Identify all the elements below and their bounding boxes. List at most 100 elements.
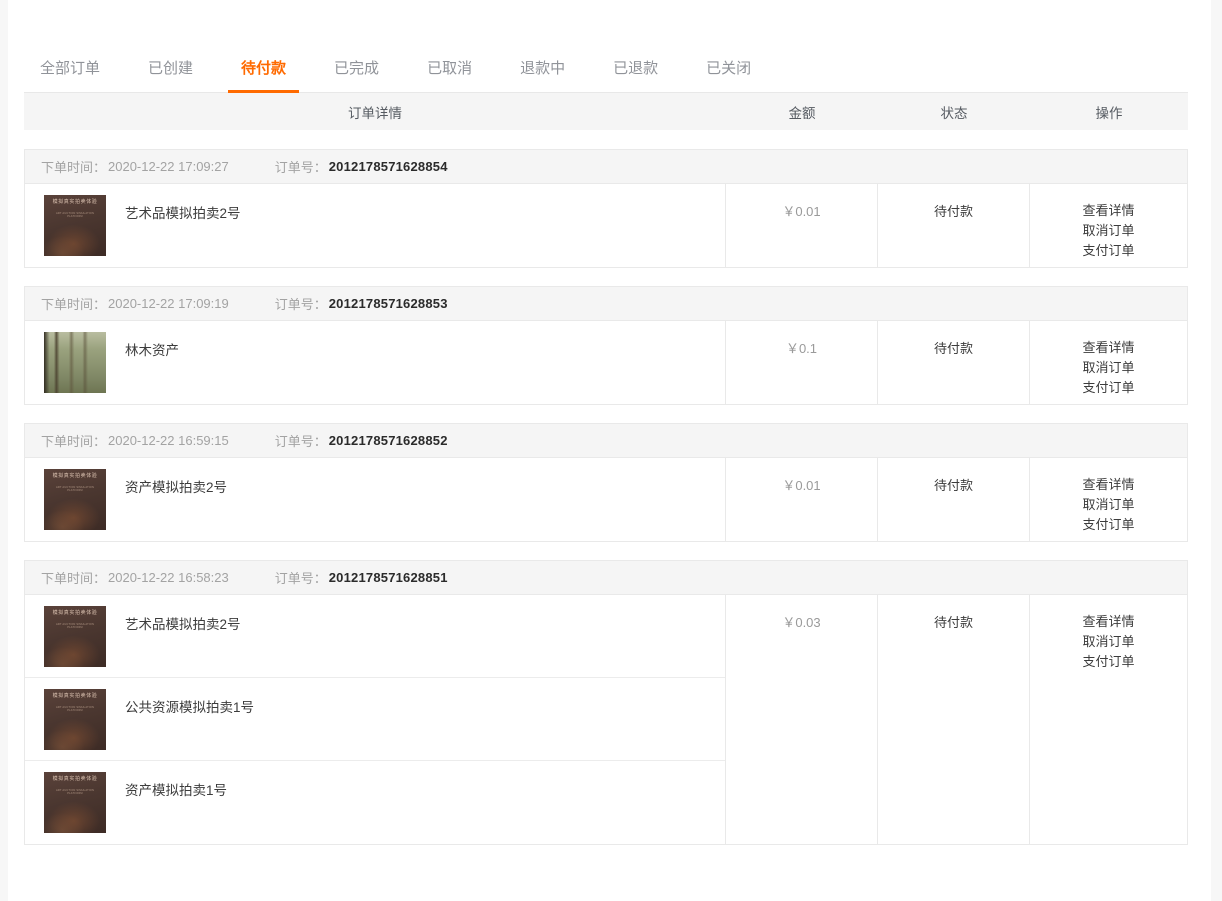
order-time-value: 2020-12-22 17:09:19 [108, 296, 229, 311]
order-status-cell: 待付款 [878, 458, 1030, 541]
pay-order-link[interactable]: 支付订单 [1082, 378, 1134, 398]
art-auction-thumb[interactable]: 模拟真实拍卖体验 ART AUCTION SIMULATION PLATFORM [44, 195, 106, 256]
order-time-value: 2020-12-22 17:09:27 [108, 159, 229, 174]
thumb-caption: 模拟真实拍卖体验 [52, 199, 98, 205]
order-time-label: 下单时间： [41, 297, 107, 312]
goods-row[interactable]: 林木资产 [25, 321, 725, 404]
goods-row[interactable]: 模拟真实拍卖体验 ART AUCTION SIMULATION PLATFORM 资… [25, 761, 725, 844]
order-sn-label: 订单号： [274, 434, 327, 449]
cancel-order-link[interactable]: 取消订单 [1082, 632, 1134, 652]
order-status-value: 待付款 [933, 478, 973, 493]
tab-2[interactable]: 待付款 [228, 61, 300, 93]
order-time-label: 下单时间： [41, 434, 107, 449]
tab-5[interactable]: 退款中 [520, 61, 565, 92]
goods-name[interactable]: 资产模拟拍卖2号 [125, 469, 227, 498]
order-body: 模拟真实拍卖体验 ART AUCTION SIMULATION PLATFORM 资… [24, 457, 1188, 542]
order-status-value: 待付款 [933, 204, 973, 219]
order-goods-column: 模拟真实拍卖体验 ART AUCTION SIMULATION PLATFORM 艺… [25, 184, 726, 267]
thumb-caption: 模拟真实拍卖体验 [52, 473, 98, 479]
order-amount-value: ￥0.03 [782, 615, 821, 630]
thumb-subcaption: ART AUCTION SIMULATION PLATFORM [55, 212, 95, 218]
order-amount-value: ￥0.01 [782, 204, 821, 219]
order-action-cell: 查看详情 取消订单 支付订单 [1030, 321, 1187, 404]
order-sn-value: 2012178571628853 [328, 296, 448, 311]
order-list-page: 全部订单 已创建 待付款 已完成 已取消 退款中 已退款 已关闭 订单详情 金额 状态 操作 … [0, 0, 1222, 901]
art-auction-thumb[interactable]: 模拟真实拍卖体验 ART AUCTION SIMULATION PLATFORM [44, 772, 106, 833]
column-header-detail: 订单详情 [348, 105, 402, 121]
order-status-cell: 待付款 [878, 184, 1030, 267]
art-auction-thumb[interactable]: 模拟真实拍卖体验 ART AUCTION SIMULATION PLATFORM [44, 689, 106, 750]
order-time-label: 下单时间： [41, 571, 107, 586]
goods-name[interactable]: 艺术品模拟拍卖2号 [125, 195, 241, 224]
order-sn-label: 订单号： [274, 297, 327, 312]
tab-7[interactable]: 已关闭 [706, 61, 751, 92]
view-detail-link[interactable]: 查看详情 [1082, 338, 1134, 358]
order-amount-cell: ￥0.03 [726, 595, 878, 844]
view-detail-link[interactable]: 查看详情 [1082, 612, 1134, 632]
order-block: 下单时间： 2020-12-22 16:59:15 订单号： 201217857162… [24, 423, 1188, 542]
order-status-tabs: 全部订单 已创建 待付款 已完成 已取消 退款中 已退款 已关闭 [24, 0, 1188, 93]
order-action-list: 查看详情 取消订单 支付订单 [1082, 612, 1134, 844]
tab-6[interactable]: 已退款 [613, 61, 658, 92]
order-action-list: 查看详情 取消订单 支付订单 [1082, 201, 1134, 267]
column-header-amount: 金额 [788, 105, 816, 121]
goods-name[interactable]: 林木资产 [125, 332, 179, 361]
order-status-cell: 待付款 [878, 321, 1030, 404]
cancel-order-link[interactable]: 取消订单 [1082, 495, 1134, 515]
order-time-label: 下单时间： [41, 160, 107, 175]
page-content: 全部订单 已创建 待付款 已完成 已取消 退款中 已退款 已关闭 订单详情 金额 状态 操作 … [24, 0, 1188, 845]
thumb-subcaption: ART AUCTION SIMULATION PLATFORM [55, 789, 95, 795]
order-goods-column: 模拟真实拍卖体验 ART AUCTION SIMULATION PLATFORM 艺… [25, 595, 726, 844]
tab-1[interactable]: 已创建 [148, 61, 193, 92]
pay-order-link[interactable]: 支付订单 [1082, 515, 1134, 535]
thumb-caption: 模拟真实拍卖体验 [52, 776, 98, 782]
order-action-list: 查看详情 取消订单 支付订单 [1082, 475, 1134, 541]
pay-order-link[interactable]: 支付订单 [1082, 241, 1134, 261]
order-body: 林木资产 ￥0.1 待付款 查看详情 取消订单 支付订单 [24, 320, 1188, 405]
tab-0[interactable]: 全部订单 [40, 61, 100, 92]
goods-row[interactable]: 模拟真实拍卖体验 ART AUCTION SIMULATION PLATFORM 资… [25, 458, 725, 541]
tab-4[interactable]: 已取消 [427, 61, 472, 92]
thumb-subcaption: ART AUCTION SIMULATION PLATFORM [55, 623, 95, 629]
order-sn-value: 2012178571628854 [328, 159, 448, 174]
goods-row[interactable]: 模拟真实拍卖体验 ART AUCTION SIMULATION PLATFORM 公… [25, 678, 725, 761]
thumb-subcaption: ART AUCTION SIMULATION PLATFORM [55, 486, 95, 492]
order-status-value: 待付款 [933, 341, 973, 356]
thumb-caption: 模拟真实拍卖体验 [52, 693, 98, 699]
column-header-action: 操作 [1095, 105, 1123, 121]
goods-row[interactable]: 模拟真实拍卖体验 ART AUCTION SIMULATION PLATFORM 艺… [25, 184, 725, 267]
goods-name[interactable]: 公共资源模拟拍卖1号 [125, 689, 254, 718]
order-sn-label: 订单号： [274, 160, 327, 175]
order-header: 下单时间： 2020-12-22 17:09:27 订单号： 201217857162… [24, 149, 1188, 183]
goods-name[interactable]: 艺术品模拟拍卖2号 [125, 606, 241, 635]
cancel-order-link[interactable]: 取消订单 [1082, 221, 1134, 241]
order-sn-value: 2012178571628852 [328, 433, 448, 448]
thumb-subcaption: ART AUCTION SIMULATION PLATFORM [55, 706, 95, 712]
order-action-cell: 查看详情 取消订单 支付订单 [1030, 458, 1187, 541]
order-amount-cell: ￥0.1 [726, 321, 878, 404]
order-status-cell: 待付款 [878, 595, 1030, 844]
goods-row[interactable]: 模拟真实拍卖体验 ART AUCTION SIMULATION PLATFORM 艺… [25, 595, 725, 678]
view-detail-link[interactable]: 查看详情 [1082, 201, 1134, 221]
view-detail-link[interactable]: 查看详情 [1082, 475, 1134, 495]
order-amount-value: ￥0.01 [782, 478, 821, 493]
art-auction-thumb[interactable]: 模拟真实拍卖体验 ART AUCTION SIMULATION PLATFORM [44, 469, 106, 530]
tab-3[interactable]: 已完成 [334, 61, 379, 92]
table-header-row: 订单详情 金额 状态 操作 [24, 93, 1188, 131]
pay-order-link[interactable]: 支付订单 [1082, 652, 1134, 672]
art-auction-thumb[interactable]: 模拟真实拍卖体验 ART AUCTION SIMULATION PLATFORM [44, 606, 106, 667]
order-body: 模拟真实拍卖体验 ART AUCTION SIMULATION PLATFORM 艺… [24, 183, 1188, 268]
order-amount-value: ￥0.1 [785, 341, 818, 356]
order-goods-column: 林木资产 [25, 321, 726, 404]
order-header: 下单时间： 2020-12-22 16:58:23 订单号： 201217857162… [24, 560, 1188, 594]
order-action-list: 查看详情 取消订单 支付订单 [1082, 338, 1134, 404]
order-amount-cell: ￥0.01 [726, 458, 878, 541]
thumb-caption: 模拟真实拍卖体验 [52, 610, 98, 616]
goods-name[interactable]: 资产模拟拍卖1号 [125, 772, 227, 801]
order-header: 下单时间： 2020-12-22 17:09:19 订单号： 201217857162… [24, 286, 1188, 320]
order-time-value: 2020-12-22 16:59:15 [108, 433, 229, 448]
order-action-cell: 查看详情 取消订单 支付订单 [1030, 595, 1187, 844]
forest-thumb[interactable] [44, 332, 106, 393]
order-action-cell: 查看详情 取消订单 支付订单 [1030, 184, 1187, 267]
cancel-order-link[interactable]: 取消订单 [1082, 358, 1134, 378]
